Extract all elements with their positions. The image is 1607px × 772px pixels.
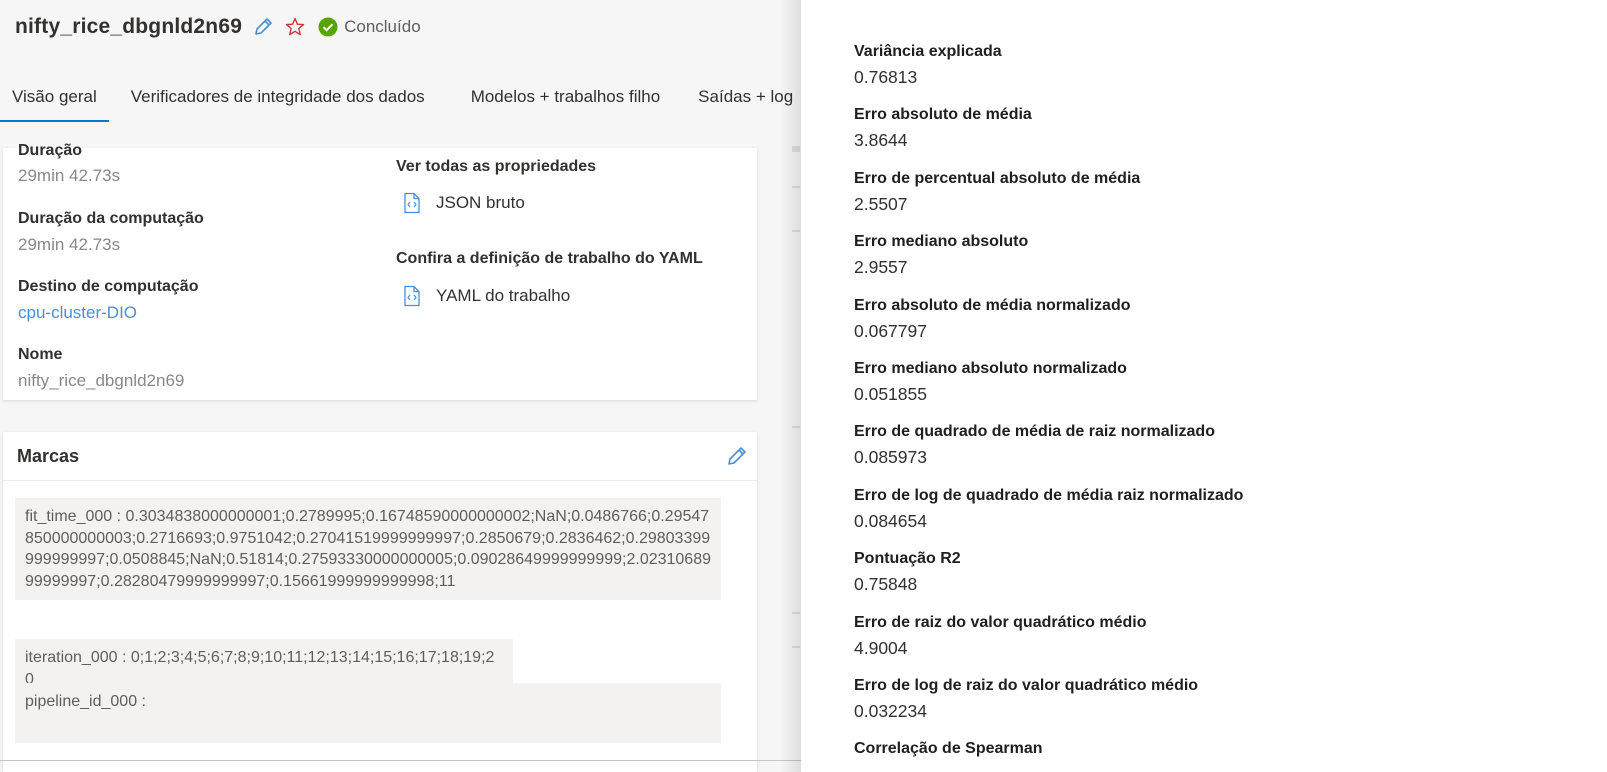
- list-item: Correlação de Spearman: [854, 737, 1554, 772]
- tab-models-child-jobs[interactable]: Modelos + trabalhos filho: [459, 82, 672, 120]
- run-header: nifty_rice_dbgnld2n69 Concluído: [15, 12, 421, 42]
- list-item: Erro de raiz do valor quadrático médio 4…: [854, 611, 1554, 674]
- compute-duration-value: 29min 42.73s: [18, 235, 121, 254]
- metric-value: 3.8644: [854, 130, 908, 151]
- list-item: Erro de log de raiz do valor quadrático …: [854, 674, 1554, 737]
- pencil-icon[interactable]: [725, 444, 749, 468]
- compute-target-label: Destino de computação: [18, 278, 199, 295]
- list-item: Erro de quadrado de média de raiz normal…: [854, 420, 1554, 483]
- run-overview-page: nifty_rice_dbgnld2n69 Concluído Visão ge…: [0, 0, 820, 772]
- metrics-side-panel: Variância explicada 0.76813 Erro absolut…: [801, 0, 1607, 772]
- divider: [0, 760, 820, 761]
- tab-data-guardrails[interactable]: Verificadores de integridade dos dados: [119, 82, 437, 120]
- status-text: Concluído: [344, 17, 421, 36]
- status-badge: Concluído: [318, 17, 421, 37]
- list-item: Erro absoluto de média 3.8644: [854, 103, 1554, 166]
- raw-json-link[interactable]: JSON bruto: [402, 192, 525, 214]
- metric-name: Erro de log de raiz do valor quadrático …: [854, 676, 1199, 694]
- name-value: nifty_rice_dbgnld2n69: [18, 371, 185, 390]
- tags-card: Marcas fit_time_000 : 0.3034838000000001…: [3, 432, 757, 772]
- metric-name: Pontuação R2: [854, 550, 961, 568]
- metric-value: 0.084654: [854, 510, 927, 531]
- tag-pipeline-id: pipeline_id_000 :: [15, 683, 721, 743]
- metric-name: Erro de raiz do valor quadrático médio: [854, 613, 1147, 631]
- properties-card: Duração 29min 42.73s Duração da computaç…: [3, 142, 757, 400]
- code-file-icon: [402, 192, 422, 214]
- metric-value: 0.75848: [854, 574, 918, 595]
- metric-value: 0.032234: [854, 700, 927, 721]
- code-file-icon: [402, 285, 422, 307]
- list-item: Erro mediano absoluto 2.9557: [854, 230, 1554, 293]
- tab-overview[interactable]: Visão geral: [0, 82, 109, 122]
- metrics-list: Variância explicada 0.76813 Erro absolut…: [854, 40, 1554, 772]
- list-item: Erro de log de quadrado de média raiz no…: [854, 484, 1554, 547]
- see-all-properties-link[interactable]: Ver todas as propriedades: [396, 158, 596, 176]
- metric-value: 4.9004: [854, 637, 908, 658]
- metric-name: Erro de log de quadrado de média raiz no…: [854, 486, 1244, 504]
- metric-name: Erro de percentual absoluto de média: [854, 169, 1141, 187]
- star-icon[interactable]: [284, 16, 306, 38]
- metric-name: Erro absoluto de média: [854, 106, 1032, 124]
- yaml-heading: Confira a definição de trabalho do YAML: [396, 250, 703, 267]
- metric-value: 0.76813: [854, 67, 918, 87]
- duration-label: Duração: [18, 142, 83, 159]
- metric-value: 0.085973: [854, 447, 927, 468]
- list-item: Variância explicada 0.76813: [854, 40, 1554, 103]
- metric-value: 0.067797: [854, 320, 927, 341]
- job-yaml-link[interactable]: YAML do trabalho: [402, 285, 570, 307]
- compute-target-link[interactable]: cpu-cluster-DIO: [18, 303, 137, 323]
- metric-name: Correlação de Spearman: [854, 740, 1043, 758]
- metric-name: Erro mediano absoluto normalizado: [854, 359, 1127, 377]
- check-circle-icon: [318, 17, 338, 37]
- compute-duration-label: Duração da computação: [18, 210, 204, 227]
- tag-fit-time: fit_time_000 : 0.3034838000000001;0.2789…: [15, 498, 721, 600]
- job-yaml-label: YAML do trabalho: [436, 286, 571, 305]
- metric-name: Erro mediano absoluto: [854, 233, 1029, 251]
- pencil-icon[interactable]: [252, 16, 274, 38]
- run-title: nifty_rice_dbgnld2n69: [15, 15, 243, 38]
- metric-value: 0.051855: [854, 383, 927, 404]
- raw-json-label: JSON bruto: [436, 193, 525, 212]
- metric-name: Variância explicada: [854, 43, 1002, 60]
- metric-name: Erro de quadrado de média de raiz normal…: [854, 423, 1215, 441]
- panel-shadow: [780, 0, 802, 772]
- metric-name: Erro absoluto de média normalizado: [854, 296, 1131, 314]
- list-item: Erro mediano absoluto normalizado 0.0518…: [854, 357, 1554, 420]
- list-item: Erro de percentual absoluto de média 2.5…: [854, 167, 1554, 230]
- metric-value: 2.9557: [854, 257, 908, 278]
- tags-heading: Marcas: [17, 446, 80, 466]
- divider: [3, 480, 757, 481]
- metric-value: 2.5507: [854, 193, 908, 214]
- duration-value: 29min 42.73s: [18, 166, 121, 185]
- list-item: Erro absoluto de média normalizado 0.067…: [854, 294, 1554, 357]
- tab-bar: Visão geral Verificadores de integridade…: [0, 82, 805, 122]
- list-item: Pontuação R2 0.75848: [854, 547, 1554, 610]
- name-label: Nome: [18, 346, 63, 363]
